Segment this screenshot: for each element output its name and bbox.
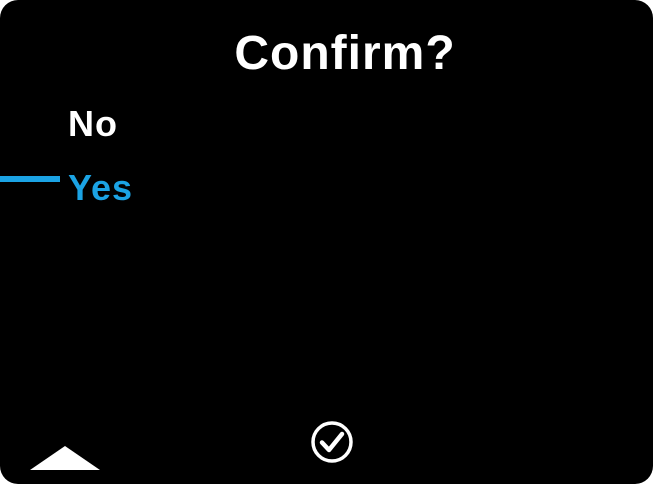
menu-item-yes[interactable]: Yes — [68, 166, 133, 210]
selection-indicator — [0, 176, 60, 182]
up-arrow-icon[interactable] — [30, 446, 100, 470]
device-screen: Confirm? No Yes — [0, 0, 653, 484]
menu-item-no[interactable]: No — [68, 102, 118, 146]
check-circle-icon[interactable] — [310, 420, 354, 464]
dialog-title: Confirm? — [234, 27, 456, 80]
